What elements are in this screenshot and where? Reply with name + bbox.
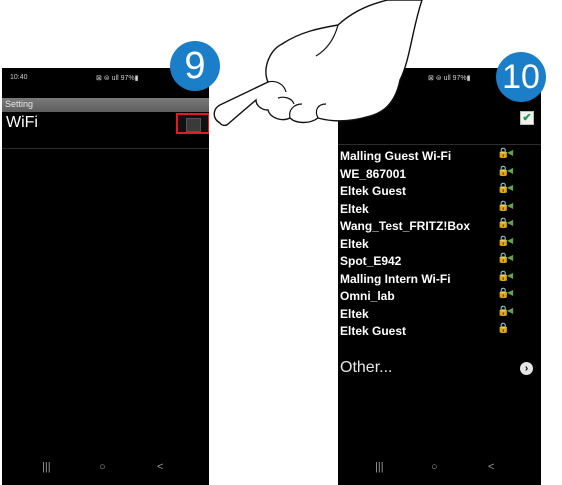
- step-badge-10: 10: [496, 52, 546, 102]
- step-badge-9: 9: [170, 41, 220, 91]
- pointing-hand-icon: [213, 0, 423, 127]
